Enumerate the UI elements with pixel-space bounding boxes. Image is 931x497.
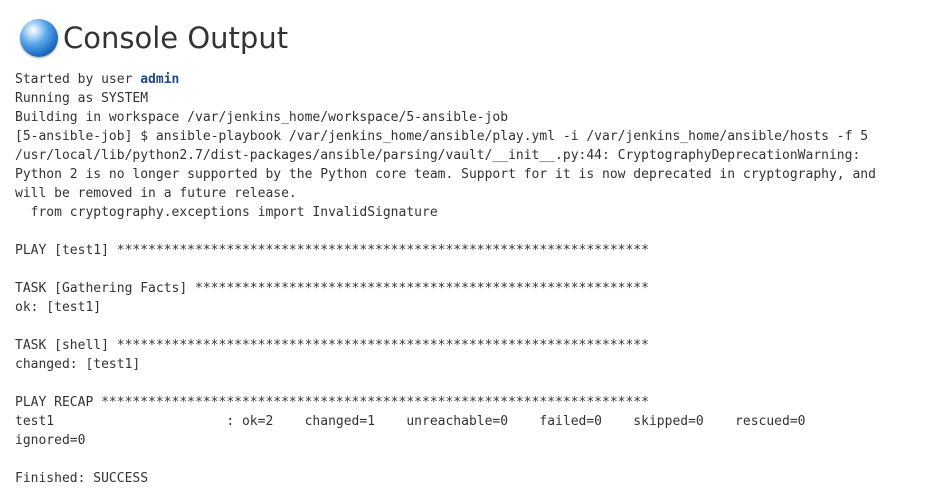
console-line: Running as SYSTEM [15,91,149,106]
console-line: ok: [test1] [15,300,102,315]
user-link-admin[interactable]: admin [140,72,179,87]
page-header: Console Output [20,17,288,59]
console-line: ignored=0 [15,433,86,448]
console-line: changed: [test1] [15,357,141,372]
console-orb-icon [20,19,58,57]
console-line: Python 2 is no longer supported by the P… [15,167,876,182]
console-line: TASK [Gathering Facts] *****************… [15,281,649,296]
console-line: will be removed in a future release. [15,186,297,201]
console-line: test1 : ok=2 changed=1 unreachable=0 fai… [15,414,806,429]
console-line: /usr/local/lib/python2.7/dist-packages/a… [15,148,861,163]
console-output: Started by user admin Running as SYSTEM Bu… [15,70,920,488]
console-line-started: Started by user admin [15,70,920,89]
console-line: [5-ansible-job] $ ansible-playbook /var/… [15,129,869,144]
console-line: TASK [shell] ***************************… [15,338,649,353]
started-by-text: Started by user [15,72,141,87]
console-line-finished: Finished: SUCCESS [15,471,149,486]
console-line: from cryptography.exceptions import Inva… [15,205,438,220]
console-line: Building in workspace /var/jenkins_home/… [15,110,509,125]
page-title: Console Output [63,21,289,55]
console-line: PLAY [test1] ***************************… [15,243,649,258]
console-line: PLAY RECAP *****************************… [15,395,649,410]
